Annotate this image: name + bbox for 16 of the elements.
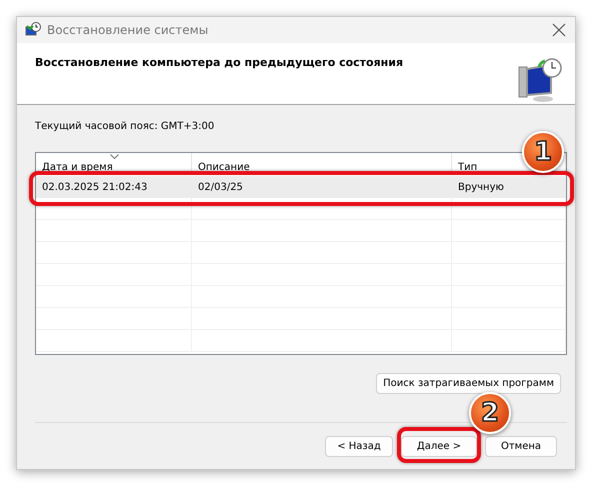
close-button[interactable] [551,22,567,38]
table-cell-text: Вручную [457,180,505,194]
window-title: Восстановление системы [47,23,210,37]
dialog-button[interactable]: Отмена [485,436,557,456]
scan-programs-button[interactable]: Поиск затрагиваемых программ [376,373,561,394]
table-cell-text: 02.03.2025 21:02:43 [41,180,148,194]
sort-icon [110,154,118,159]
column-header[interactable]: Описание [192,153,452,175]
restore-icon [25,22,41,38]
table-cell-text: 02/03/25 [197,180,244,194]
timezone-label: Текущий часовой пояс: GMT+3:00 [35,121,216,132]
dialog-heading: Восстановление компьютера до предыдущего состояния [35,56,404,69]
table-row[interactable]: 02.03.2025 21:02:43 02/03/25 Вручную [36,176,566,198]
column-header[interactable]: Дата и время [36,153,192,175]
dialog-button[interactable]: < Назад [325,436,393,456]
dialog-button[interactable]: Далее > [401,436,477,456]
